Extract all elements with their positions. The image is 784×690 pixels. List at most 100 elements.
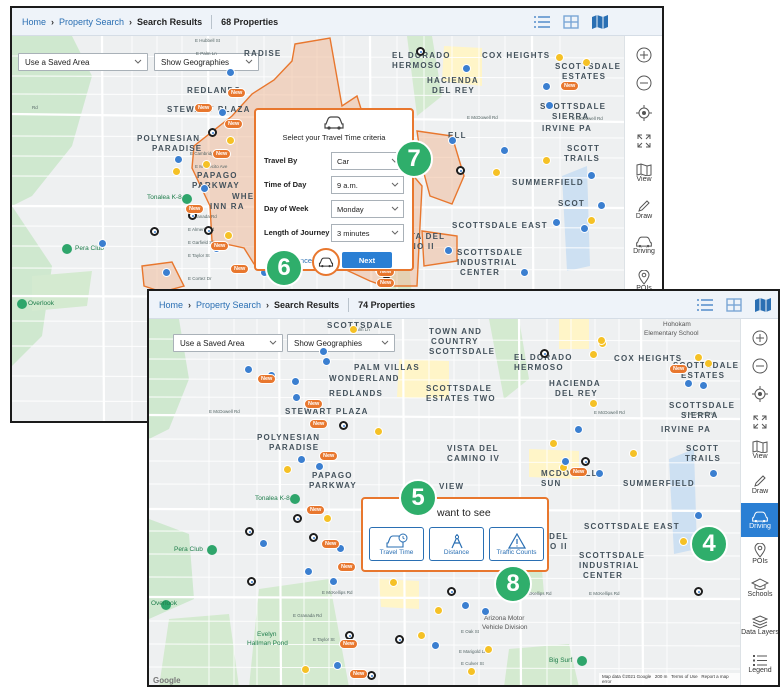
property-pin[interactable] xyxy=(226,68,235,77)
list-view-icon[interactable] xyxy=(534,14,550,30)
property-pin[interactable] xyxy=(444,246,453,255)
property-pin[interactable] xyxy=(98,239,107,248)
view-tool-button[interactable]: View xyxy=(625,156,662,190)
property-pin[interactable] xyxy=(589,350,598,359)
property-pin[interactable] xyxy=(589,399,598,408)
property-pin[interactable] xyxy=(582,58,591,67)
property-pin[interactable] xyxy=(301,665,310,674)
property-pin[interactable] xyxy=(581,457,590,466)
zoom-out-button[interactable] xyxy=(625,66,662,100)
property-pin[interactable] xyxy=(329,577,338,586)
property-pin[interactable] xyxy=(561,457,570,466)
driving-tool-button[interactable]: Driving xyxy=(741,503,778,537)
view-tool-button[interactable]: View xyxy=(741,433,778,467)
data-layers-tool-button[interactable]: Data Layers xyxy=(741,607,778,645)
saved-area-select[interactable]: Use a Saved Area xyxy=(18,53,148,71)
legend-tool-button[interactable]: Legend xyxy=(741,647,778,681)
property-pin[interactable] xyxy=(202,160,211,169)
property-pin[interactable] xyxy=(292,393,301,402)
property-pin[interactable] xyxy=(500,146,509,155)
day-of-week-select[interactable]: Monday xyxy=(331,200,404,218)
property-pin[interactable] xyxy=(224,231,233,240)
property-pin[interactable] xyxy=(545,101,554,110)
property-pin[interactable] xyxy=(304,567,313,576)
breadcrumb-home[interactable]: Home xyxy=(159,300,183,310)
property-pin[interactable] xyxy=(462,64,471,73)
property-pin[interactable] xyxy=(587,171,596,180)
pois-tool-button[interactable]: POIs xyxy=(741,537,778,571)
saved-area-select[interactable]: Use a Saved Area xyxy=(173,334,283,352)
geographies-select[interactable]: Show Geographies xyxy=(287,334,395,352)
fullscreen-button[interactable] xyxy=(625,124,662,158)
driving-tool-button[interactable]: Driving xyxy=(625,228,662,262)
property-pin[interactable] xyxy=(447,587,456,596)
property-pin[interactable] xyxy=(552,218,561,227)
property-pin[interactable] xyxy=(333,661,342,670)
property-pin[interactable] xyxy=(587,216,596,225)
property-pin[interactable] xyxy=(323,514,332,523)
map-canvas[interactable]: Use a Saved Area Show Geographies TOWN A… xyxy=(149,319,742,685)
property-pin[interactable] xyxy=(297,455,306,464)
property-pin[interactable] xyxy=(322,357,331,366)
property-pin[interactable] xyxy=(540,349,549,358)
property-pin[interactable] xyxy=(395,635,404,644)
property-pin[interactable] xyxy=(291,377,300,386)
next-button[interactable]: Next xyxy=(342,252,392,268)
travel-time-option[interactable]: Travel Time xyxy=(369,527,424,561)
journey-length-select[interactable]: 3 minutes xyxy=(331,224,404,242)
property-pin[interactable] xyxy=(704,359,713,368)
breadcrumb-property-search[interactable]: Property Search xyxy=(196,300,261,310)
property-pin[interactable] xyxy=(520,268,529,277)
property-pin[interactable] xyxy=(549,439,558,448)
property-pin[interactable] xyxy=(431,641,440,650)
property-pin[interactable] xyxy=(709,469,718,478)
breadcrumb-property-search[interactable]: Property Search xyxy=(59,17,124,27)
property-pin[interactable] xyxy=(416,47,425,56)
draw-tool-button[interactable]: Draw xyxy=(741,467,778,501)
property-pin[interactable] xyxy=(367,671,376,680)
property-pin[interactable] xyxy=(434,606,443,615)
distance-option[interactable]: Distance xyxy=(429,527,484,561)
property-pin[interactable] xyxy=(218,108,227,117)
property-pin[interactable] xyxy=(245,527,254,536)
property-pin[interactable] xyxy=(699,381,708,390)
poi-pin[interactable] xyxy=(62,244,72,254)
property-pin[interactable] xyxy=(200,184,209,193)
grid-view-icon[interactable] xyxy=(726,297,742,313)
property-pin[interactable] xyxy=(374,427,383,436)
list-view-icon[interactable] xyxy=(697,297,713,313)
property-pin[interactable] xyxy=(580,224,589,233)
property-pin[interactable] xyxy=(259,539,268,548)
property-pin[interactable] xyxy=(293,514,302,523)
property-pin[interactable] xyxy=(174,155,183,164)
property-pin[interactable] xyxy=(694,353,703,362)
terms-link[interactable]: Terms of Use xyxy=(671,674,698,679)
property-pin[interactable] xyxy=(555,53,564,62)
grid-view-icon[interactable] xyxy=(563,14,579,30)
poi-pin[interactable] xyxy=(577,656,587,666)
property-pin[interactable] xyxy=(481,607,490,616)
property-pin[interactable] xyxy=(597,201,606,210)
property-pin[interactable] xyxy=(574,425,583,434)
property-pin[interactable] xyxy=(244,365,253,374)
property-pin[interactable] xyxy=(595,469,604,478)
property-pin[interactable] xyxy=(208,128,217,137)
poi-pin[interactable] xyxy=(207,545,217,555)
property-pin[interactable] xyxy=(694,587,703,596)
property-pin[interactable] xyxy=(417,631,426,640)
map-view-toggle-icon[interactable] xyxy=(592,14,608,30)
property-pin[interactable] xyxy=(679,537,688,546)
property-pin[interactable] xyxy=(389,578,398,587)
property-pin[interactable] xyxy=(150,227,159,236)
property-pin[interactable] xyxy=(172,167,181,176)
property-pin[interactable] xyxy=(542,156,551,165)
property-pin[interactable] xyxy=(283,465,292,474)
property-pin[interactable] xyxy=(162,268,171,277)
property-pin[interactable] xyxy=(484,645,493,654)
breadcrumb-home[interactable]: Home xyxy=(22,17,46,27)
draw-tool-button[interactable]: Draw xyxy=(625,192,662,226)
schools-tool-button[interactable]: Schools xyxy=(741,571,778,605)
poi-pin[interactable] xyxy=(17,299,27,309)
traffic-counts-option[interactable]: Traffic Counts xyxy=(489,527,544,561)
poi-pin[interactable] xyxy=(182,194,192,204)
